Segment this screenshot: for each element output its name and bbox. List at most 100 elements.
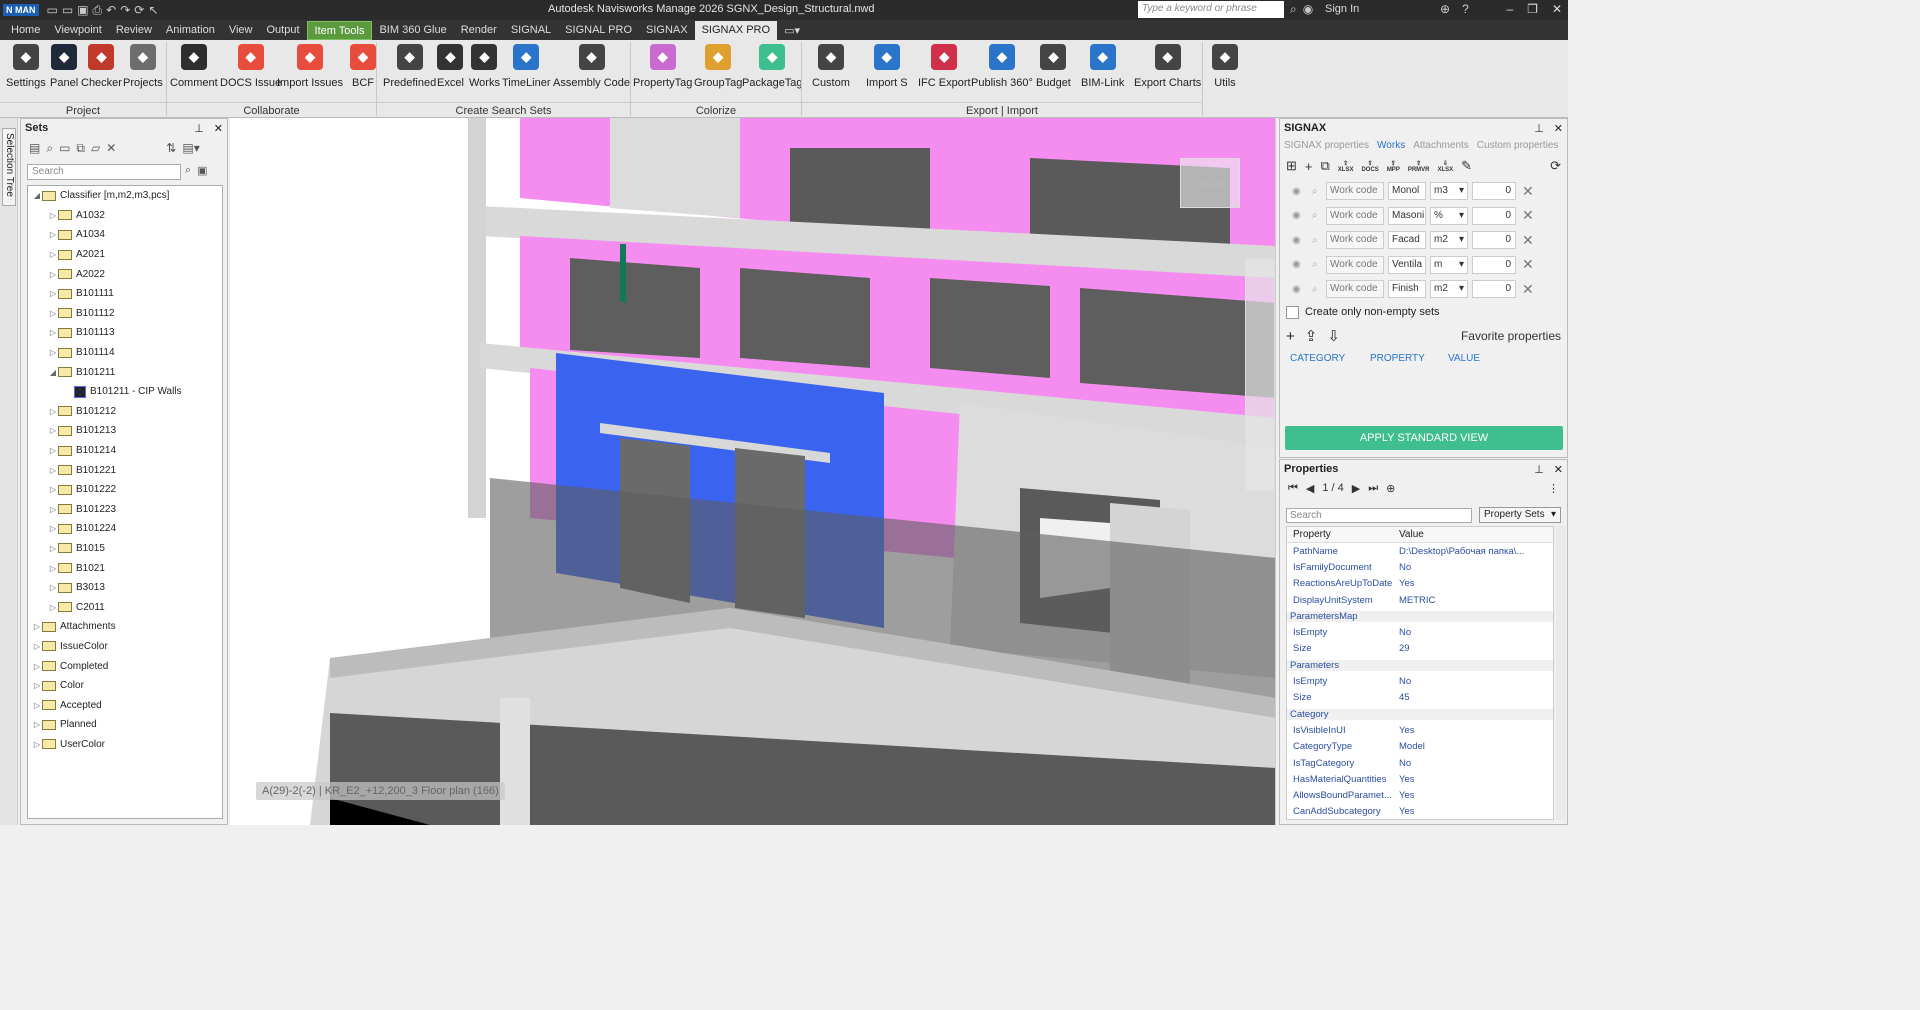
collapse-icon[interactable]: ◢	[32, 191, 42, 200]
expand-icon[interactable]: ▷	[48, 328, 58, 337]
select-icon[interactable]: ↖	[148, 3, 158, 18]
redo-icon[interactable]: ↷	[120, 3, 130, 18]
expand-icon[interactable]: ▷	[48, 524, 58, 533]
tree-item[interactable]: ▷ Color	[28, 676, 222, 696]
tab-item-tools[interactable]: Item Tools	[306, 21, 373, 40]
cart-icon[interactable]: ⊕	[1440, 2, 1450, 16]
expand-icon[interactable]: ▷	[48, 289, 58, 298]
ribbon-button-settings[interactable]: ◆ Settings	[6, 44, 46, 89]
close-icon[interactable]: ✕	[1554, 122, 1563, 135]
import-export-icon[interactable]: ▤▾	[182, 141, 199, 155]
new-folder-icon[interactable]: ▭	[59, 141, 70, 155]
ribbon-button-bim-link[interactable]: ◆ BIM-Link	[1081, 44, 1124, 89]
restore-icon[interactable]: ❐	[1527, 2, 1538, 16]
tree-item[interactable]: ▷ B101114	[28, 343, 222, 363]
apply-standard-view-button[interactable]: APPLY STANDARD VIEW	[1285, 426, 1563, 450]
tree-item[interactable]: ▷ B101221	[28, 460, 222, 480]
visibility-icon[interactable]: ◉	[1292, 259, 1308, 270]
3d-viewport[interactable]: A(29)-2(-2) | KR_E2_+12,200_3 Floor plan…	[230, 118, 1276, 825]
new-file-icon[interactable]: ▭	[47, 3, 58, 18]
sign-in-link[interactable]: Sign In	[1325, 3, 1359, 15]
unit-dropdown[interactable]: m2 ▾	[1430, 231, 1468, 250]
export-primavera-icon[interactable]: ⇪ PRMVR	[1408, 160, 1430, 173]
tab-signax-pro[interactable]: SIGNAX PRO	[694, 21, 778, 40]
ribbon-button-import-s[interactable]: ◆ Import S	[866, 44, 908, 89]
visibility-icon[interactable]: ◉	[1292, 210, 1308, 221]
expand-icon[interactable]: ▷	[48, 544, 58, 553]
viewcube[interactable]: BACK	[1180, 158, 1240, 208]
more-icon[interactable]: ⋮	[1548, 482, 1559, 495]
ribbon-button-propertytag[interactable]: ◆ PropertyTag	[633, 44, 692, 89]
tab-signal-pro[interactable]: SIGNAL PRO	[558, 21, 639, 40]
tab-review[interactable]: Review	[109, 21, 159, 40]
unit-dropdown[interactable]: m2 ▾	[1430, 280, 1468, 299]
expand-icon[interactable]: ▷	[48, 230, 58, 239]
delete-icon[interactable]: ✕	[1522, 207, 1534, 224]
help-icon[interactable]: ?	[1462, 2, 1469, 16]
work-name-field[interactable]: Ventila	[1388, 255, 1426, 274]
ribbon-button-custom[interactable]: ◆ Custom	[812, 44, 850, 89]
unit-dropdown[interactable]: m3 ▾	[1430, 182, 1468, 201]
property-sets-dropdown[interactable]: Property Sets ▾	[1479, 507, 1561, 523]
non-empty-sets-checkbox[interactable]: Create only non-empty sets	[1280, 301, 1567, 323]
search-set-icon[interactable]: ⌕	[1312, 259, 1322, 270]
expand-icon[interactable]: ▷	[32, 701, 42, 710]
expand-icon[interactable]: ▷	[32, 720, 42, 729]
expand-icon[interactable]: ▷	[32, 622, 42, 631]
tree-item[interactable]: ▷ B1021	[28, 558, 222, 578]
tab-viewpoint[interactable]: Viewpoint	[47, 21, 109, 40]
work-name-field[interactable]: Monol	[1388, 182, 1426, 201]
next-page-icon[interactable]: ▶	[1352, 482, 1360, 495]
unit-dropdown[interactable]: % ▾	[1430, 206, 1468, 225]
close-icon[interactable]: ✕	[1554, 463, 1563, 476]
visibility-icon[interactable]: ◉	[1292, 186, 1308, 197]
value-field[interactable]: 0	[1472, 182, 1516, 201]
work-code-field[interactable]: Work code	[1326, 255, 1384, 274]
upload-icon[interactable]: ⇪	[1305, 327, 1318, 345]
work-code-field[interactable]: Work code	[1326, 206, 1384, 225]
delete-icon[interactable]: ✕	[106, 141, 116, 155]
ribbon-button-bcf[interactable]: ◆ BCF	[350, 44, 376, 89]
expand-icon[interactable]: ▷	[32, 681, 42, 690]
tab-render[interactable]: Render	[454, 21, 504, 40]
tree-item[interactable]: ▷ B101213	[28, 421, 222, 441]
ribbon-button-comment[interactable]: ◆ Comment	[170, 44, 218, 89]
value-field[interactable]: 0	[1472, 231, 1516, 250]
tree-item[interactable]: ▷ Accepted	[28, 695, 222, 715]
search-set-icon[interactable]: ⌕	[1312, 210, 1322, 221]
add-favorite-icon[interactable]: +	[1286, 328, 1295, 345]
column-value[interactable]: VALUE	[1448, 353, 1480, 364]
expand-icon[interactable]: ▷	[32, 740, 42, 749]
tree-item[interactable]: ▷ A1034	[28, 225, 222, 245]
column-property[interactable]: PROPERTY	[1370, 353, 1448, 364]
binoculars-icon[interactable]: ⌕	[1290, 2, 1297, 17]
export-mpp-icon[interactable]: ⇪ MPP	[1387, 160, 1400, 173]
tree-item[interactable]: ▷ B101223	[28, 500, 222, 520]
search-set-icon[interactable]: ⌕	[1312, 186, 1322, 197]
search-icon[interactable]: ⌕	[185, 164, 191, 177]
copy-icon[interactable]: ⧉	[1321, 158, 1330, 174]
expand-icon[interactable]: ▷	[48, 583, 58, 592]
work-code-field[interactable]: Work code	[1326, 280, 1384, 299]
undo-icon[interactable]: ↶	[106, 3, 116, 18]
ribbon-button-export-charts[interactable]: ◆ Export Charts	[1134, 44, 1201, 89]
delete-icon[interactable]: ✕	[1522, 183, 1534, 200]
tab-works[interactable]: Works	[1377, 140, 1405, 151]
export-docs-icon[interactable]: ⇪ DOCS	[1361, 160, 1378, 173]
close-icon[interactable]: ✕	[1552, 2, 1562, 16]
column-value[interactable]: Value	[1399, 529, 1424, 540]
checkbox[interactable]	[1286, 305, 1299, 319]
tree-item[interactable]: ▷ C2011	[28, 597, 222, 617]
tab-bim360-glue[interactable]: BIM 360 Glue	[372, 21, 453, 40]
properties-search-input[interactable]: Search	[1286, 508, 1472, 523]
app-logo[interactable]: N MAN	[3, 4, 39, 16]
value-field[interactable]: 0	[1472, 255, 1516, 274]
expand-icon[interactable]: ▷	[48, 603, 58, 612]
tree-item[interactable]: B101211 - CIP Walls	[28, 382, 222, 402]
ribbon-button-excel[interactable]: ◆ Excel	[437, 44, 464, 89]
download-icon[interactable]: ⇩	[1327, 327, 1340, 345]
delete-icon[interactable]: ✕	[1522, 232, 1534, 249]
tree-item[interactable]: ▷ B101113	[28, 323, 222, 343]
work-name-field[interactable]: Finish	[1388, 280, 1426, 299]
ribbon-button-ifc-export[interactable]: ◆ IFC Export	[918, 44, 971, 89]
